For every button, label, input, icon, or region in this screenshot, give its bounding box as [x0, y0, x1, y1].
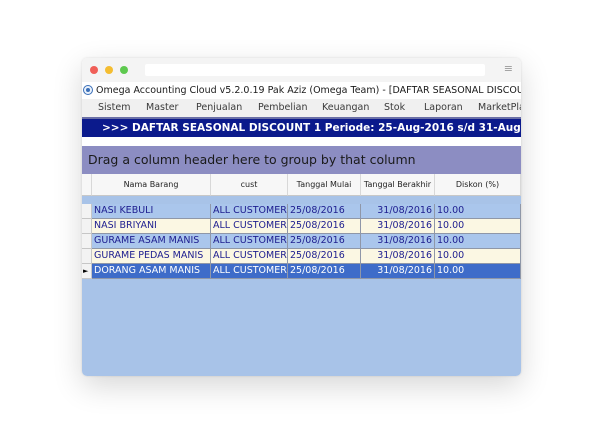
table-row[interactable]: GURAME PEDAS MANIS ALL CUSTOMER 25/08/20…: [92, 249, 521, 264]
menu-master[interactable]: Master: [146, 99, 178, 117]
column-header-tanggal-mulai[interactable]: Tanggal Mulai: [288, 174, 361, 196]
cell-diskon[interactable]: 10.00: [435, 234, 521, 249]
cell-tanggal-berakhir[interactable]: 31/08/2016: [361, 234, 435, 249]
table-row[interactable]: NASI KEBULI ALL CUSTOMER 25/08/2016 31/0…: [92, 204, 521, 219]
cell-cust[interactable]: ALL CUSTOMER: [211, 219, 288, 234]
address-bar[interactable]: [145, 64, 485, 76]
cell-nama-barang[interactable]: GURAME PEDAS MANIS: [92, 249, 211, 264]
maximize-window-button[interactable]: [120, 66, 128, 74]
omega-app-icon: [83, 85, 93, 95]
cell-tanggal-berakhir[interactable]: 31/08/2016: [361, 219, 435, 234]
table-row[interactable]: GURAME ASAM MANIS ALL CUSTOMER 25/08/201…: [92, 234, 521, 249]
cell-nama-barang[interactable]: NASI BRIYANI: [92, 219, 211, 234]
cell-diskon[interactable]: 10.00: [435, 264, 521, 279]
table-row[interactable]: NASI BRIYANI ALL CUSTOMER 25/08/2016 31/…: [92, 219, 521, 234]
cell-diskon[interactable]: 10.00: [435, 204, 521, 219]
cell-cust[interactable]: ALL CUSTOMER: [211, 204, 288, 219]
menu-bar: Sistem Master Penjualan Pembelian Keuang…: [82, 99, 521, 117]
app-window: ≡ Omega Accounting Cloud v5.2.0.19 Pak A…: [82, 58, 521, 376]
application-title-bar: Omega Accounting Cloud v5.2.0.19 Pak Azi…: [82, 82, 521, 99]
column-header-tanggal-berakhir[interactable]: Tanggal Berakhir: [361, 174, 435, 196]
report-header-text: >>> DAFTAR SEASONAL DISCOUNT 1 Periode: …: [102, 122, 521, 134]
cell-tanggal-mulai[interactable]: 25/08/2016: [288, 234, 361, 249]
column-header-nama-barang[interactable]: Nama Barang: [92, 174, 211, 196]
cell-tanggal-berakhir[interactable]: 31/08/2016: [361, 249, 435, 264]
cell-nama-barang[interactable]: NASI KEBULI: [92, 204, 211, 219]
indicator-column-header: [82, 174, 92, 196]
close-window-button[interactable]: [90, 66, 98, 74]
row-indicator[interactable]: [82, 219, 92, 234]
hamburger-menu-icon[interactable]: ≡: [504, 63, 513, 75]
cell-tanggal-mulai[interactable]: 25/08/2016: [288, 204, 361, 219]
cell-tanggal-berakhir[interactable]: 31/08/2016: [361, 264, 435, 279]
menu-keuangan[interactable]: Keuangan: [322, 99, 369, 117]
row-indicator[interactable]: [82, 204, 92, 219]
cell-cust[interactable]: ALL CUSTOMER: [211, 249, 288, 264]
cell-tanggal-mulai[interactable]: 25/08/2016: [288, 219, 361, 234]
group-by-hint: Drag a column header here to group by th…: [88, 152, 416, 167]
cell-tanggal-mulai[interactable]: 25/08/2016: [288, 249, 361, 264]
menu-laporan[interactable]: Laporan: [424, 99, 463, 117]
cell-nama-barang[interactable]: GURAME ASAM MANIS: [92, 234, 211, 249]
group-by-panel[interactable]: Drag a column header here to group by th…: [82, 146, 521, 174]
report-header-band: >>> DAFTAR SEASONAL DISCOUNT 1 Periode: …: [82, 117, 521, 137]
column-header-diskon[interactable]: Diskon (%): [435, 174, 521, 196]
browser-titlebar: ≡: [82, 58, 521, 82]
row-indicator[interactable]: [82, 249, 92, 264]
selected-table-row[interactable]: DORANG ASAM MANIS ALL CUSTOMER 25/08/201…: [92, 264, 521, 279]
column-header-cust[interactable]: cust: [211, 174, 288, 196]
cell-diskon[interactable]: 10.00: [435, 219, 521, 234]
cell-tanggal-mulai[interactable]: 25/08/2016: [288, 264, 361, 279]
menu-sistem[interactable]: Sistem: [98, 99, 130, 117]
cell-tanggal-berakhir[interactable]: 31/08/2016: [361, 204, 435, 219]
menu-penjualan[interactable]: Penjualan: [196, 99, 242, 117]
cell-cust[interactable]: ALL CUSTOMER: [211, 264, 288, 279]
cell-cust[interactable]: ALL CUSTOMER: [211, 234, 288, 249]
cell-nama-barang[interactable]: DORANG ASAM MANIS: [92, 264, 211, 279]
menu-stok[interactable]: Stok: [384, 99, 405, 117]
window-title: Omega Accounting Cloud v5.2.0.19 Pak Azi…: [96, 85, 521, 96]
row-indicator[interactable]: [82, 234, 92, 249]
menu-marketplace[interactable]: MarketPlac: [478, 99, 521, 117]
current-row-indicator[interactable]: [82, 264, 92, 279]
menu-pembelian[interactable]: Pembelian: [258, 99, 308, 117]
minimize-window-button[interactable]: [105, 66, 113, 74]
cell-diskon[interactable]: 10.00: [435, 249, 521, 264]
